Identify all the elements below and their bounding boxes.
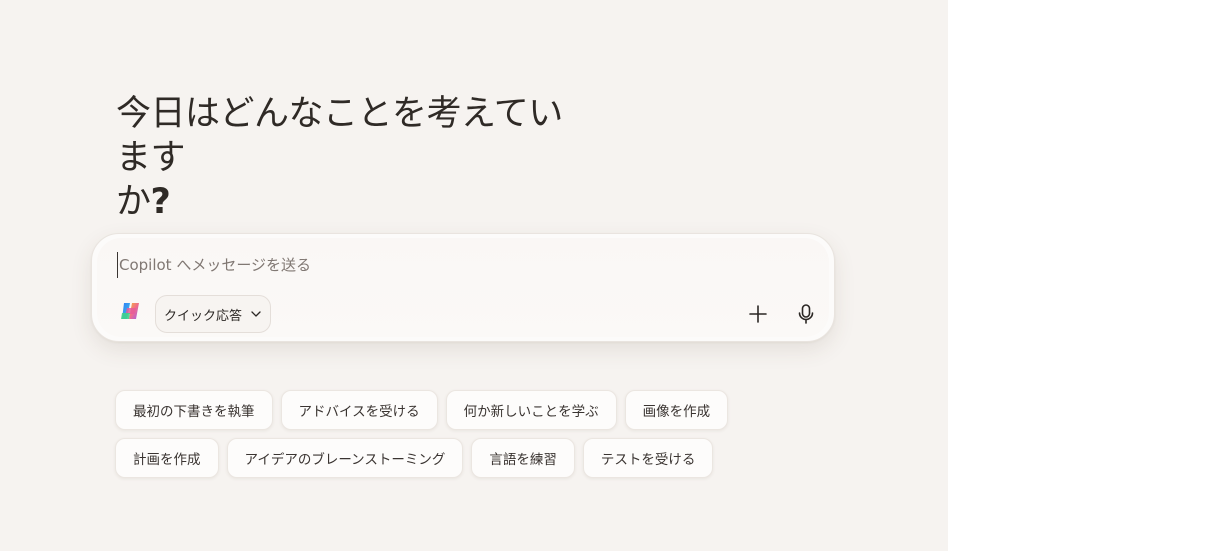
copilot-logo-icon <box>119 299 143 323</box>
suggestion-chip-make-plan[interactable]: 計画を作成 <box>115 438 219 478</box>
copilot-home: 今日はどんなことを考えています か? Copilot へメッセージを送る クイッ… <box>0 0 948 551</box>
greeting-question-mark: ? <box>150 182 171 222</box>
suggestion-chips: 最初の下書きを執筆 アドバイスを受ける 何か新しいことを学ぶ 画像を作成 計画を… <box>115 390 735 486</box>
greeting-heading: 今日はどんなことを考えています か? <box>116 92 586 224</box>
suggestion-row-1: 最初の下書きを執筆 アドバイスを受ける 何か新しいことを学ぶ 画像を作成 <box>115 390 735 430</box>
suggestion-chip-get-advice[interactable]: アドバイスを受ける <box>280 390 438 430</box>
greeting-line-1: 今日はどんなことを考えています <box>116 94 563 178</box>
suggestion-chip-learn-something[interactable]: 何か新しいことを学ぶ <box>445 390 617 430</box>
suggestion-chip-take-test[interactable]: テストを受ける <box>582 438 714 478</box>
greeting-line-2: か <box>116 182 151 222</box>
voice-input-button[interactable] <box>790 298 822 330</box>
suggestion-chip-practice-language[interactable]: 言語を練習 <box>471 438 575 478</box>
add-attachment-button[interactable] <box>742 298 774 330</box>
response-mode-dropdown[interactable]: クイック応答 <box>155 295 271 333</box>
message-composer: クイック応答 <box>91 233 835 342</box>
plus-icon <box>749 305 767 323</box>
message-input[interactable] <box>117 252 681 278</box>
suggestion-chip-create-image[interactable]: 画像を作成 <box>624 390 729 430</box>
suggestion-chip-brainstorm[interactable]: アイデアのブレーンストーミング <box>226 438 464 478</box>
composer-surface: クイック応答 <box>97 238 829 337</box>
suggestion-row-2: 計画を作成 アイデアのブレーンストーミング 言語を練習 テストを受ける <box>115 438 735 478</box>
chevron-down-icon <box>251 311 261 317</box>
response-mode-label: クイック応答 <box>163 308 242 324</box>
suggestion-chip-write-draft[interactable]: 最初の下書きを執筆 <box>115 390 273 430</box>
microphone-icon <box>798 304 814 324</box>
